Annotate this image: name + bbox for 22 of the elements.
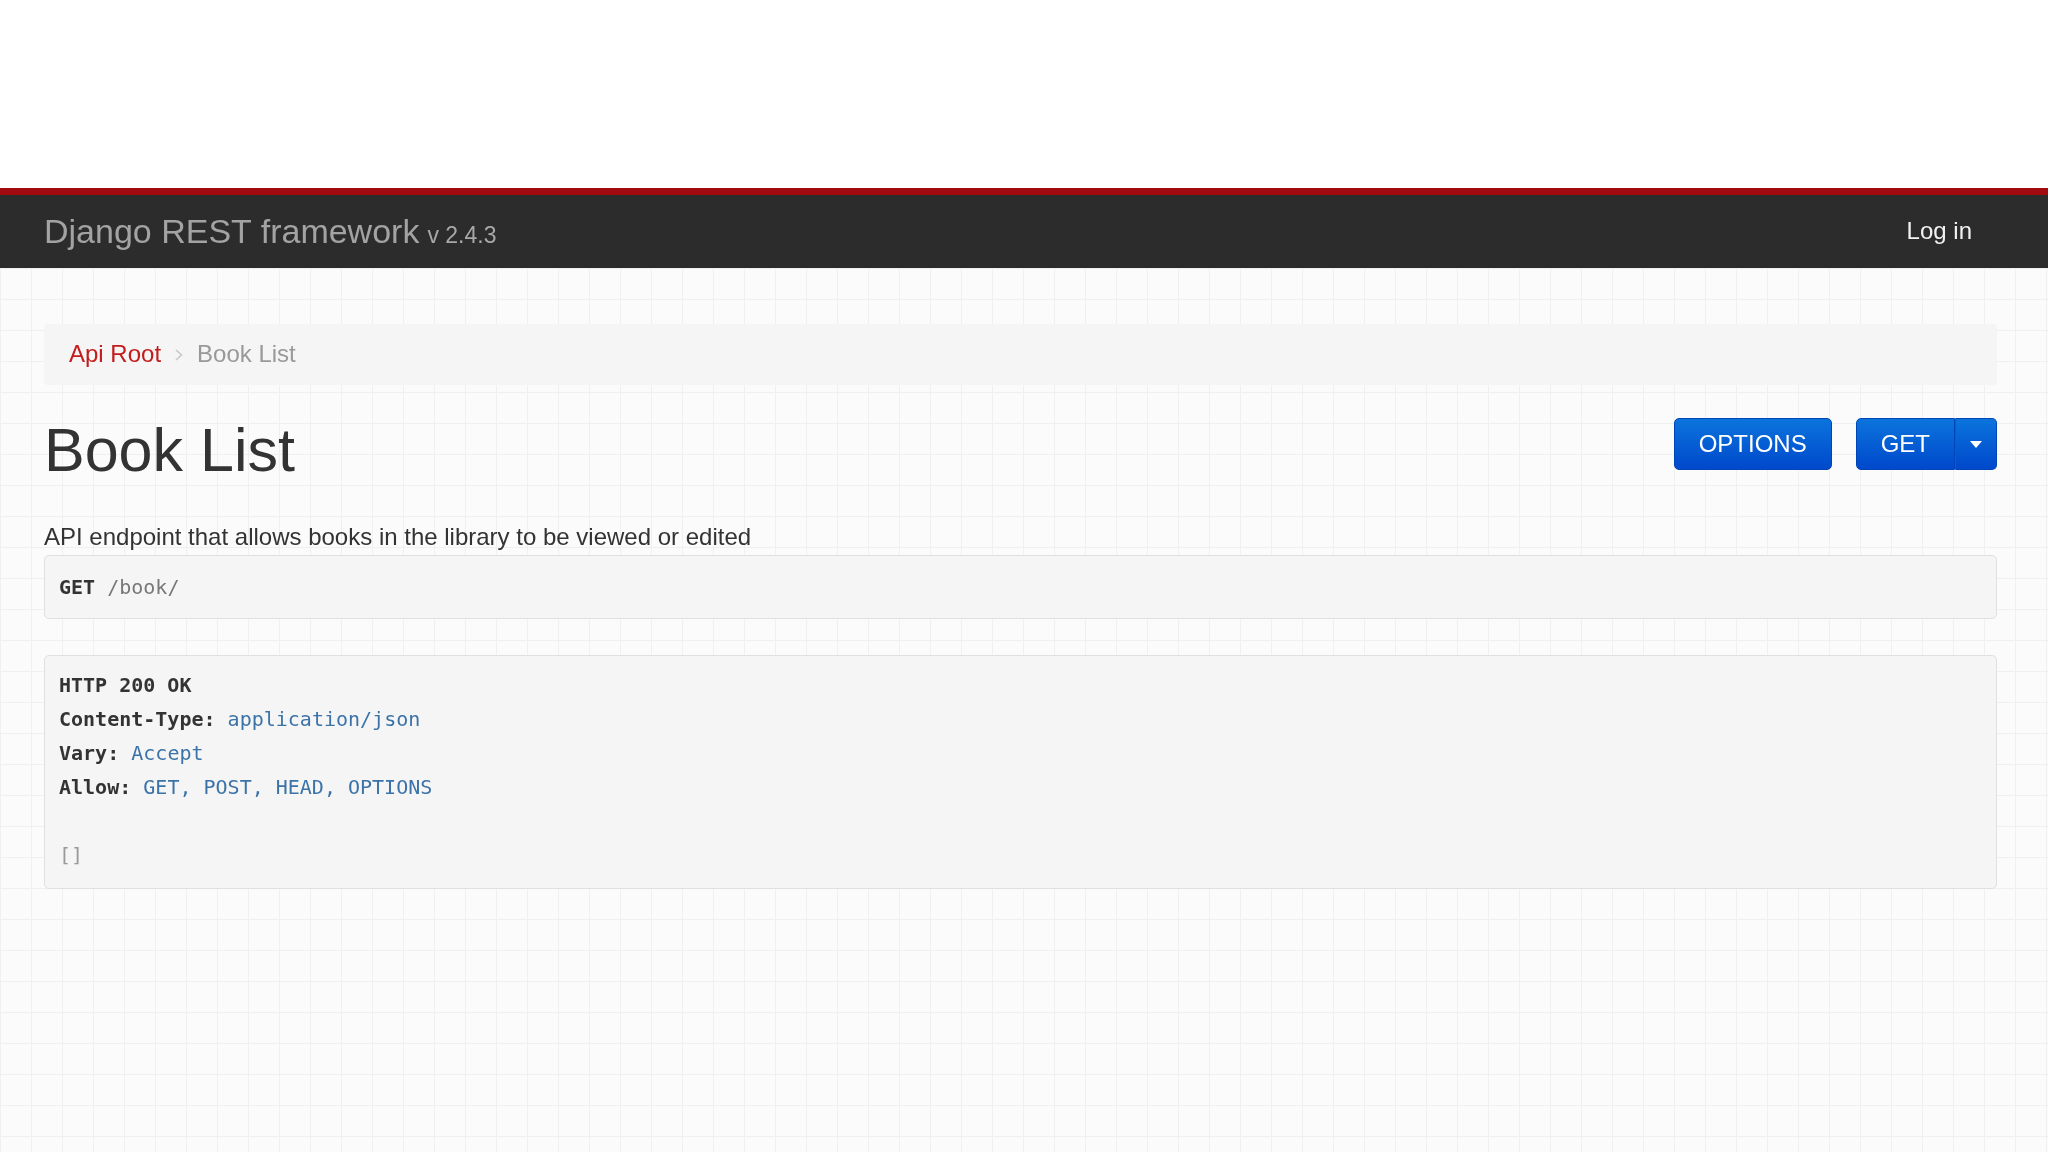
header-name: Allow: bbox=[59, 775, 132, 800]
request-method: GET bbox=[59, 575, 96, 600]
endpoint-description: API endpoint that allows books in the library to be viewed or edited bbox=[44, 522, 752, 553]
response-body: [] bbox=[59, 842, 84, 870]
header-value: Accept bbox=[131, 741, 204, 766]
breadcrumb-current: Book List bbox=[197, 340, 296, 369]
options-button[interactable]: OPTIONS bbox=[1673, 418, 1832, 470]
login-link[interactable]: Log in bbox=[1906, 217, 1972, 246]
header-value: GET, POST, HEAD, OPTIONS bbox=[143, 775, 433, 800]
version-label: v 2.4.3 bbox=[427, 222, 497, 250]
header-name: Vary: bbox=[59, 741, 120, 766]
brand-link[interactable]: Django REST framework bbox=[44, 211, 420, 252]
chevron-right-icon bbox=[175, 348, 184, 361]
caret-icon bbox=[1970, 440, 1982, 448]
page-title: Book List bbox=[44, 417, 295, 485]
request-path: /book/ bbox=[107, 575, 180, 600]
dropdown-toggle-button[interactable] bbox=[1955, 418, 1997, 470]
header-name: Content-Type: bbox=[59, 707, 216, 732]
response-status: HTTP 200 OK bbox=[59, 673, 192, 698]
breadcrumb-link[interactable]: Api Root bbox=[69, 340, 162, 369]
get-button[interactable]: GET bbox=[1855, 418, 1955, 470]
header-value: application/json bbox=[227, 707, 421, 732]
